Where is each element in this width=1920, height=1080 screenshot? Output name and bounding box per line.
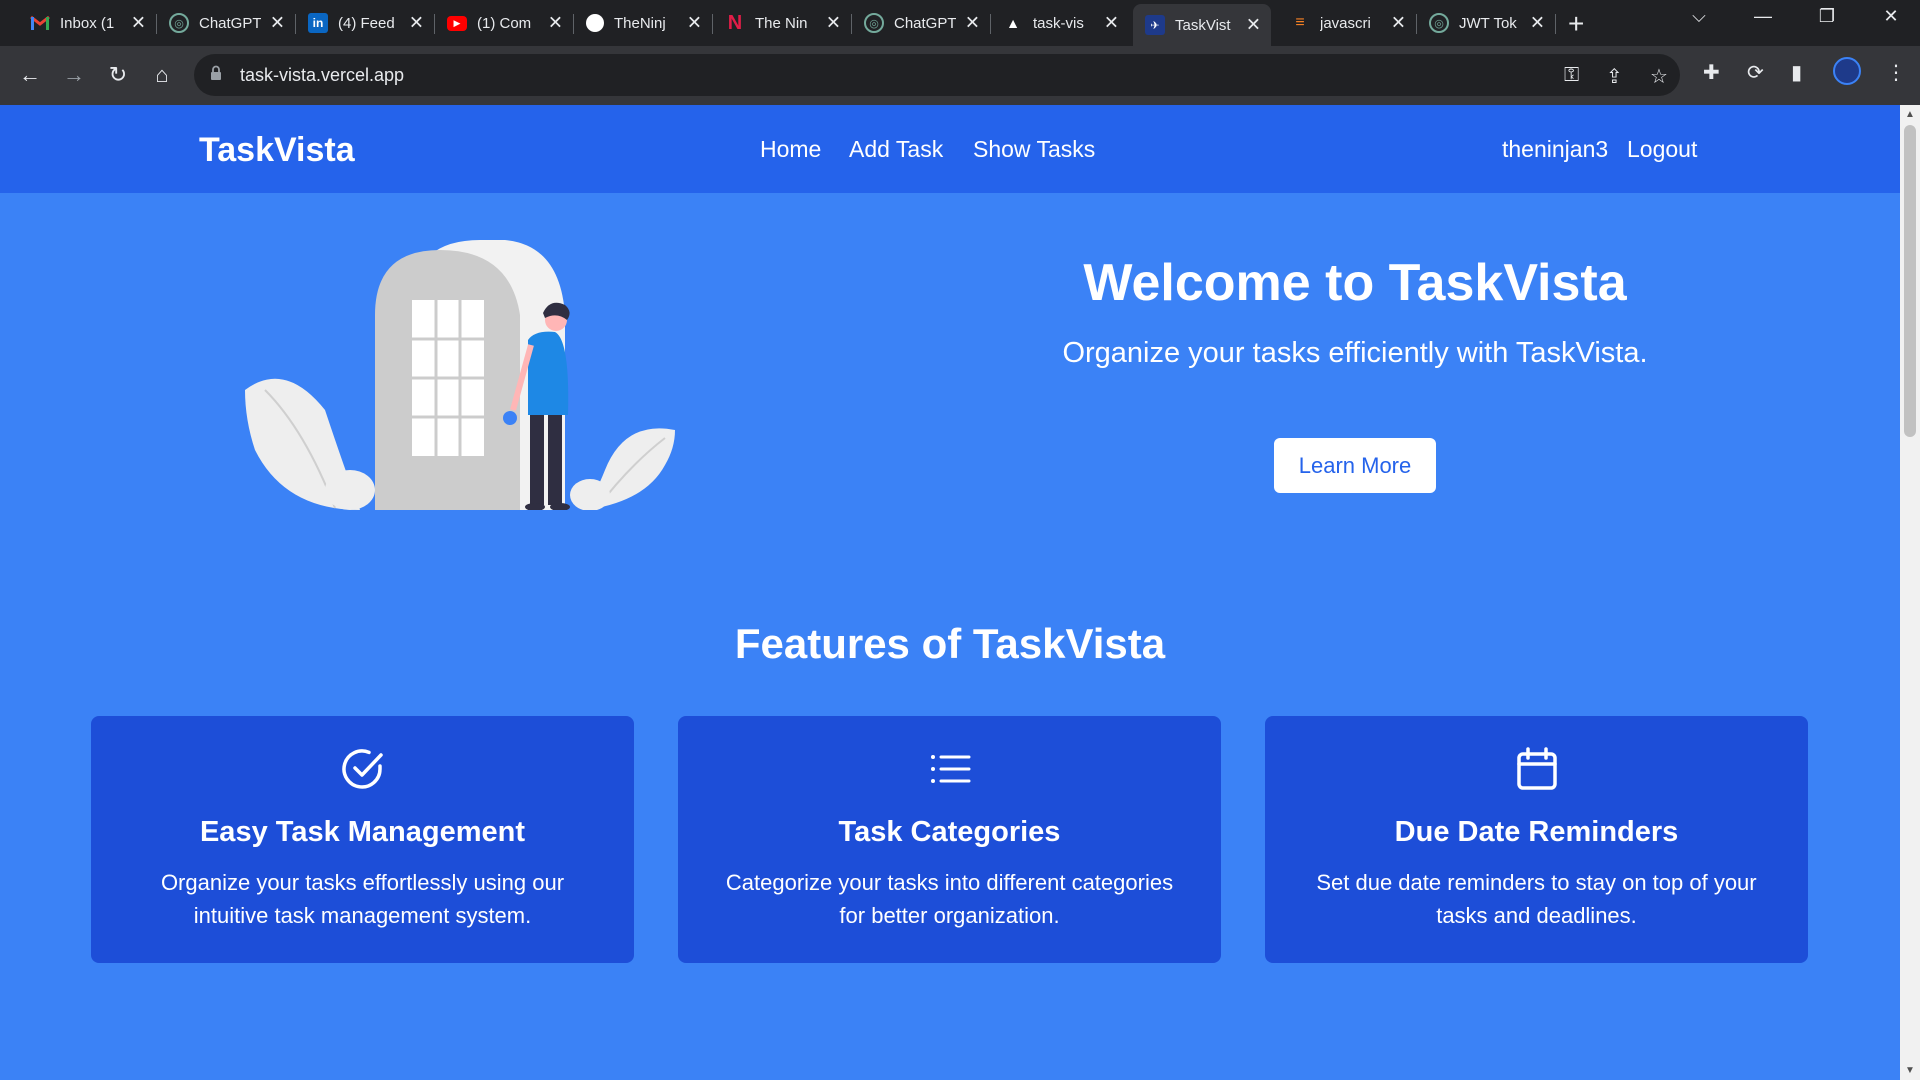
features-heading: Features of TaskVista <box>734 620 1166 667</box>
tab-label: The Nin <box>755 14 808 32</box>
extensions-puzzle-icon[interactable]: ✚ <box>1703 60 1720 85</box>
restore-icon[interactable]: ❐ <box>1812 6 1842 27</box>
hero-title: Welcome to TaskVista <box>1083 254 1627 312</box>
close-icon[interactable]: ✕ <box>548 13 563 34</box>
browser-tab-chatgpt[interactable]: ◎ ChatGPT ✕ <box>157 6 295 40</box>
feature-card-description: Set due date reminders to stay on top of… <box>1316 870 1757 928</box>
page-scrollbar[interactable]: ▲ ▼ <box>1900 105 1920 1080</box>
lock-icon <box>211 65 221 80</box>
close-icon[interactable]: ✕ <box>965 13 980 34</box>
nav-logout-link[interactable]: Logout <box>1627 136 1697 163</box>
tab-label: (4) Feed <box>338 14 395 32</box>
nav-username[interactable]: theninjan3 <box>1502 136 1608 163</box>
back-arrow-icon[interactable]: ← <box>15 60 45 90</box>
list-icon <box>930 755 970 783</box>
feature-card-description: Categorize your tasks into different cat… <box>725 870 1174 928</box>
browser-tab-github[interactable]: TheNinj ✕ <box>574 6 712 40</box>
n-logo-icon: N <box>727 11 743 34</box>
close-icon[interactable]: ✕ <box>826 13 841 34</box>
hero-subtitle: Organize your tasks efficiently with Tas… <box>1062 337 1648 369</box>
close-icon[interactable]: ✕ <box>1391 13 1406 34</box>
close-icon[interactable]: ✕ <box>1246 15 1261 36</box>
chatgpt-icon: ◎ <box>864 13 884 33</box>
minimize-icon[interactable]: — <box>1748 6 1778 27</box>
tab-label: JWT Tok <box>1459 14 1517 32</box>
browser-tab-chatgpt-2[interactable]: ◎ ChatGPT ✕ <box>852 6 990 40</box>
vercel-icon: ▲ <box>1006 15 1020 31</box>
bookmark-star-icon[interactable]: ☆ <box>1650 64 1668 89</box>
browser-tab-taskvista-active[interactable]: ✈ TaskVist ✕ <box>1133 4 1271 46</box>
close-icon[interactable]: ✕ <box>131 13 146 34</box>
browser-tab-gmail[interactable]: Inbox (1 ✕ <box>18 6 156 40</box>
page-viewport: TaskVista Home Add Task Show Tasks theni… <box>0 105 1900 1080</box>
stackoverflow-icon: ≡ <box>1295 14 1305 31</box>
browser-toolbar: ← → ↻ ⌂ task-vista.vercel.app ⚿ ⇪ ☆ ✚ ⟳ … <box>0 46 1920 105</box>
forward-arrow-icon[interactable]: → <box>59 60 89 90</box>
site-navbar: TaskVista Home Add Task Show Tasks theni… <box>0 105 1900 193</box>
close-icon[interactable]: ✕ <box>270 13 285 34</box>
site-brand[interactable]: TaskVista <box>199 131 355 170</box>
tab-label: TheNinj <box>614 14 666 32</box>
feature-card-title: Task Categories <box>838 816 1061 848</box>
close-icon[interactable]: ✕ <box>687 13 702 34</box>
browser-tab-chatgpt-jwt[interactable]: ◎ JWT Tok ✕ <box>1417 6 1555 40</box>
url-text: task-vista.vercel.app <box>240 65 405 85</box>
youtube-icon: ▶ <box>447 15 467 31</box>
hero-illustration <box>245 240 675 510</box>
feature-card-title: Due Date Reminders <box>1394 816 1679 848</box>
address-bar[interactable]: task-vista.vercel.app ⚿ ⇪ ☆ <box>194 54 1680 96</box>
tab-label: task-vis <box>1033 14 1084 32</box>
close-icon[interactable]: ✕ <box>409 13 424 34</box>
scroll-up-arrow-icon[interactable]: ▲ <box>1905 109 1915 120</box>
check-circle-icon <box>341 749 383 789</box>
home-icon[interactable]: ⌂ <box>147 60 177 90</box>
gmail-icon <box>30 13 50 33</box>
linkedin-icon: in <box>308 13 328 33</box>
tab-label: ChatGPT <box>894 14 956 32</box>
tab-label: (1) Com <box>477 14 532 32</box>
browser-tab-bar: Inbox (1 ✕ ◎ ChatGPT ✕ in (4) Feed ✕ ▶ (… <box>0 0 1920 46</box>
share-icon[interactable]: ⇪ <box>1606 64 1623 89</box>
browser-tab-the-ninja[interactable]: N The Nin ✕ <box>713 6 851 40</box>
tab-label: ChatGPT <box>199 14 261 32</box>
profile-avatar[interactable] <box>1833 57 1861 85</box>
menu-dots-icon[interactable]: ⋮ <box>1886 60 1906 85</box>
nav-home-link[interactable]: Home <box>760 136 821 163</box>
tab-search-chevron-icon[interactable]: ⌵ <box>1684 6 1714 27</box>
chatgpt-icon: ◎ <box>169 13 189 33</box>
side-panel-icon[interactable]: ▮ <box>1791 60 1802 85</box>
browser-tab-stackoverflow[interactable]: ≡ javascri ✕ <box>1278 6 1416 40</box>
browser-tab-youtube[interactable]: ▶ (1) Com ✕ <box>435 6 573 40</box>
tab-label: TaskVist <box>1175 16 1231 34</box>
taskvista-icon: ✈ <box>1145 15 1165 35</box>
reload-icon[interactable]: ↻ <box>103 60 133 90</box>
window-close-icon[interactable]: ✕ <box>1876 6 1906 27</box>
tab-label: javascri <box>1320 14 1371 32</box>
new-tab-icon[interactable]: + <box>1568 8 1584 40</box>
feature-card-reminders: Due Date Reminders Set due date reminder… <box>1265 716 1808 963</box>
feature-card-description: Organize your tasks effortlessly using o… <box>160 870 565 928</box>
key-icon[interactable]: ⚿ <box>1564 64 1579 87</box>
feature-card-task-management: Easy Task Management Organize your tasks… <box>91 716 634 963</box>
feature-card-title: Easy Task Management <box>199 816 526 848</box>
scrollbar-thumb[interactable] <box>1904 125 1916 437</box>
chatgpt-icon: ◎ <box>1429 13 1449 33</box>
close-icon[interactable]: ✕ <box>1530 13 1545 34</box>
nav-show-tasks-link[interactable]: Show Tasks <box>973 136 1095 163</box>
close-icon[interactable]: ✕ <box>1104 13 1119 34</box>
browser-tab-task-vista-vercel[interactable]: ▲ task-vis ✕ <box>991 6 1129 40</box>
feature-card-categories: Task Categories Categorize your tasks in… <box>678 716 1221 963</box>
nav-add-task-link[interactable]: Add Task <box>849 136 943 163</box>
browser-tab-linkedin[interactable]: in (4) Feed ✕ <box>296 6 434 40</box>
github-icon <box>586 14 604 32</box>
scroll-down-arrow-icon[interactable]: ▼ <box>1905 1065 1915 1076</box>
learn-more-button[interactable]: Learn More <box>1274 438 1436 493</box>
calendar-icon <box>1516 747 1557 790</box>
tab-label: Inbox (1 <box>60 14 115 32</box>
extension-icon[interactable]: ⟳ <box>1747 60 1764 85</box>
